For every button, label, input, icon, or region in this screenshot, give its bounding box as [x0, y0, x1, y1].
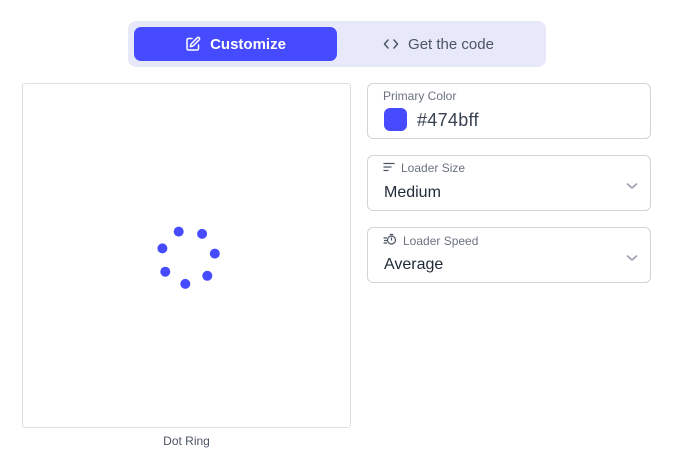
loader-preview [22, 83, 351, 428]
loader-size-select[interactable]: Loader Size Medium [367, 155, 651, 211]
loader-name: Dot Ring [163, 434, 210, 448]
loader-speed-select[interactable]: Loader Speed Average [367, 227, 651, 283]
loader-speed-label: Loader Speed [403, 233, 479, 248]
loader-dot [157, 243, 168, 254]
chevron-down-icon[interactable] [626, 177, 638, 195]
lines-icon [383, 161, 395, 175]
chevron-down-icon[interactable] [626, 249, 638, 267]
tab-get-code-label: Get the code [408, 35, 494, 53]
loader-dot [209, 248, 220, 259]
tab-bar: Customize Get the code [128, 21, 546, 67]
dot-ring-loader [157, 226, 220, 289]
primary-color-field[interactable]: Primary Color #474bff [367, 83, 651, 139]
loader-size-value: Medium [384, 184, 441, 201]
tab-get-code[interactable]: Get the code [337, 27, 540, 61]
stopwatch-icon [383, 233, 397, 248]
code-brackets-icon [383, 38, 399, 50]
edit-icon [185, 36, 201, 52]
loader-dot [173, 226, 184, 237]
loader-dot [160, 266, 171, 277]
loader-dot [202, 270, 213, 281]
color-swatch[interactable] [384, 108, 407, 131]
loader-dot [180, 278, 191, 289]
loader-dot [197, 228, 208, 239]
primary-color-value[interactable]: #474bff [417, 110, 479, 131]
loader-size-label: Loader Size [401, 161, 466, 175]
tab-customize-label: Customize [210, 35, 286, 53]
tab-customize[interactable]: Customize [134, 27, 337, 61]
loader-speed-value: Average [384, 256, 444, 273]
primary-color-label: Primary Color [383, 89, 457, 103]
